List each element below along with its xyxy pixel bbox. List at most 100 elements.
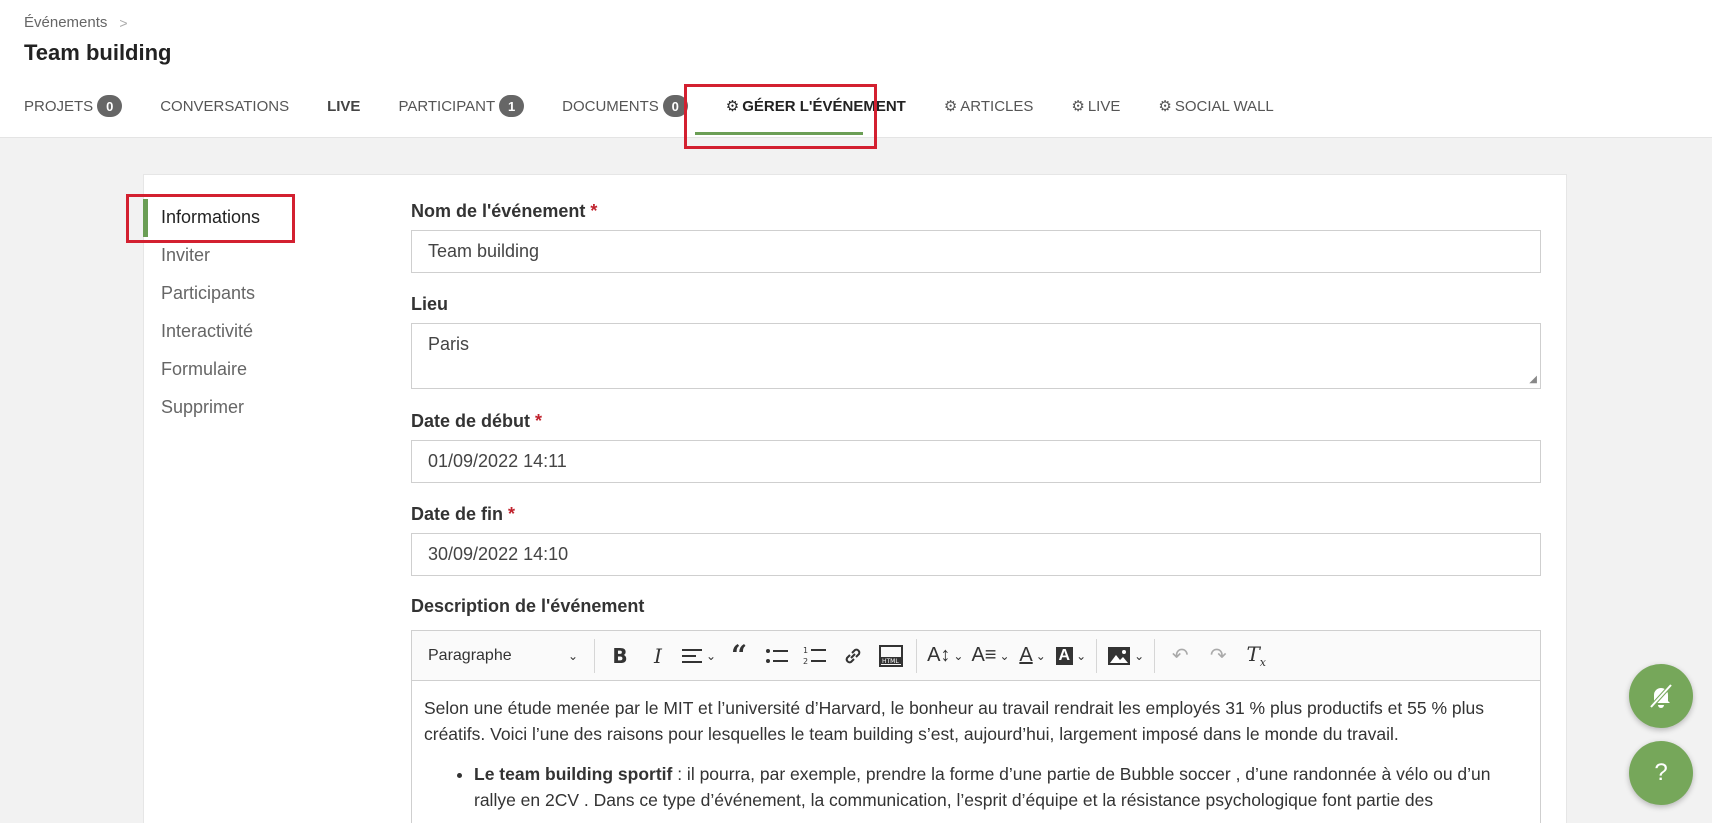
redo-button[interactable]: ↷ xyxy=(1199,638,1237,674)
help-button[interactable]: ? xyxy=(1629,741,1693,805)
required-mark: * xyxy=(508,503,516,524)
bold-icon: B xyxy=(612,643,628,668)
input-value: 01/09/2022 14:11 xyxy=(428,451,567,471)
list-item-bold: Le team building sportif xyxy=(474,764,673,784)
location-label: Lieu xyxy=(411,292,448,316)
event-name-label: Nom de l'événement * xyxy=(411,199,597,223)
align-dropdown-button[interactable]: ⌄ xyxy=(677,638,720,674)
count-badge: 0 xyxy=(97,95,123,117)
svg-text:2: 2 xyxy=(803,657,808,666)
active-tab-highlight xyxy=(684,84,877,149)
svg-text:HTML: HTML xyxy=(882,658,899,665)
editor-toolbar: Paragraphe ⌄ B I ⌄ “ 12 HTML A↕ ⌄ A≡ ⌄ A… xyxy=(412,631,1540,681)
font-color-icon: A xyxy=(1019,644,1033,666)
background-color-dropdown-button[interactable]: A ⌄ xyxy=(1052,638,1091,674)
tab-label: LIVE xyxy=(327,97,361,115)
resize-handle-icon[interactable]: ◢ xyxy=(1529,374,1537,385)
sidenav-item-inviter[interactable]: Inviter xyxy=(161,236,321,274)
active-tab-underline xyxy=(695,132,863,135)
bulleted-list-icon xyxy=(766,648,789,663)
sidenav-item-informations[interactable]: Informations xyxy=(161,198,321,236)
tab-participant[interactable]: PARTICIPANT 1 xyxy=(398,92,525,120)
tab-label: LIVE xyxy=(1087,97,1121,115)
link-icon xyxy=(845,648,861,663)
notifications-off-button[interactable] xyxy=(1629,664,1693,728)
toolbar-divider xyxy=(1154,638,1156,673)
undo-button[interactable]: ↶ xyxy=(1161,638,1199,674)
quote-icon: “ xyxy=(731,639,748,672)
count-badge: 1 xyxy=(499,95,525,117)
remove-format-button[interactable]: Tx xyxy=(1237,638,1275,674)
tab-label: CONVERSATIONS xyxy=(160,97,290,115)
tab-articles[interactable]: ⚙ ARTICLES xyxy=(944,92,1034,120)
chevron-down-icon: ⌄ xyxy=(706,648,717,663)
numbered-list-button[interactable]: 12 xyxy=(796,638,834,674)
location-textarea[interactable]: Paris ◢ xyxy=(411,323,1541,389)
undo-icon: ↶ xyxy=(1171,645,1189,667)
tab-conversations[interactable]: CONVERSATIONS xyxy=(160,92,289,120)
toolbar-divider xyxy=(594,638,595,673)
toolbar-divider xyxy=(1096,638,1098,673)
label-text: Nom de l'événement xyxy=(411,200,586,221)
editor-content[interactable]: Selon une étude menée par le MIT et l’un… xyxy=(412,681,1540,823)
blockquote-button[interactable]: “ xyxy=(720,638,758,674)
insert-image-dropdown-button[interactable]: ⌄ xyxy=(1103,638,1148,674)
sidenav-item-formulaire[interactable]: Formulaire xyxy=(161,350,321,388)
html-embed-button[interactable]: HTML xyxy=(872,638,910,674)
event-name-input[interactable]: Team building xyxy=(411,230,1541,273)
label-text: Date de début xyxy=(411,410,531,431)
select-value: Paragraphe xyxy=(428,646,512,664)
required-mark: * xyxy=(590,200,598,221)
start-date-label: Date de début * xyxy=(411,409,542,433)
chevron-down-icon: ⌄ xyxy=(1134,648,1145,663)
link-button[interactable] xyxy=(834,638,872,674)
required-mark: * xyxy=(535,410,543,431)
chevron-down-icon: ⌄ xyxy=(1035,648,1046,663)
numbered-list-icon: 12 xyxy=(803,646,827,666)
gear-icon: ⚙ xyxy=(1158,98,1172,115)
tab-label: DOCUMENTS xyxy=(562,97,659,115)
end-date-input[interactable]: 30/09/2022 14:10 xyxy=(411,533,1541,576)
tab-documents[interactable]: DOCUMENTS 0 xyxy=(562,92,688,120)
settings-sidenav: Informations Inviter Participants Intera… xyxy=(161,198,321,426)
font-color-dropdown-button[interactable]: A ⌄ xyxy=(1014,638,1052,674)
breadcrumb-events-link[interactable]: Événements xyxy=(24,14,107,31)
background-color-icon: A xyxy=(1055,646,1074,665)
start-date-input[interactable]: 01/09/2022 14:11 xyxy=(411,440,1541,483)
sidenav-item-participants[interactable]: Participants xyxy=(161,274,321,312)
bulleted-list-button[interactable] xyxy=(758,638,796,674)
gear-icon: ⚙ xyxy=(1071,98,1085,115)
description-label: Description de l'événement xyxy=(411,594,644,618)
input-value: 30/09/2022 14:10 xyxy=(428,544,569,564)
page-title: Team building xyxy=(24,40,172,65)
tab-label: PARTICIPANT xyxy=(398,97,496,115)
chevron-down-icon: ⌄ xyxy=(999,648,1010,663)
list-item: Le team building sportif : il pourra, pa… xyxy=(474,761,1528,813)
image-icon xyxy=(1108,646,1131,665)
breadcrumb: Événements > xyxy=(24,14,128,31)
input-value: Paris xyxy=(428,334,470,354)
font-size-dropdown-button[interactable]: A↕ ⌄ xyxy=(923,638,967,674)
italic-button[interactable]: I xyxy=(639,638,677,674)
tab-social-wall[interactable]: ⚙ SOCIAL WALL xyxy=(1158,92,1273,120)
tab-live[interactable]: LIVE xyxy=(327,92,360,120)
event-tabs: PROJETS 0 CONVERSATIONS LIVE PARTICIPANT… xyxy=(24,92,1312,120)
tab-label: PROJETS xyxy=(24,97,94,115)
chevron-right-icon: > xyxy=(119,14,128,31)
label-text: Description de l'événement xyxy=(411,595,645,616)
sidenav-item-supprimer[interactable]: Supprimer xyxy=(161,388,321,426)
chevron-down-icon: ⌄ xyxy=(567,648,578,663)
tab-live-admin[interactable]: ⚙ LIVE xyxy=(1071,92,1120,120)
end-date-label: Date de fin * xyxy=(411,502,515,526)
help-icon: ? xyxy=(1654,759,1668,786)
paragraph-style-select[interactable]: Paragraphe ⌄ xyxy=(418,638,588,674)
tab-projets[interactable]: PROJETS 0 xyxy=(24,92,123,120)
svg-text:1: 1 xyxy=(803,646,808,655)
sidenav-item-interactivite[interactable]: Interactivité xyxy=(161,312,321,350)
tab-label: SOCIAL WALL xyxy=(1174,97,1274,115)
font-family-dropdown-button[interactable]: A≡ ⌄ xyxy=(967,638,1013,674)
bold-button[interactable]: B xyxy=(601,638,639,674)
gear-icon: ⚙ xyxy=(943,98,958,115)
editor-paragraph: Selon une étude menée par le MIT et l’un… xyxy=(424,698,1484,744)
label-text: Date de fin xyxy=(411,503,504,524)
